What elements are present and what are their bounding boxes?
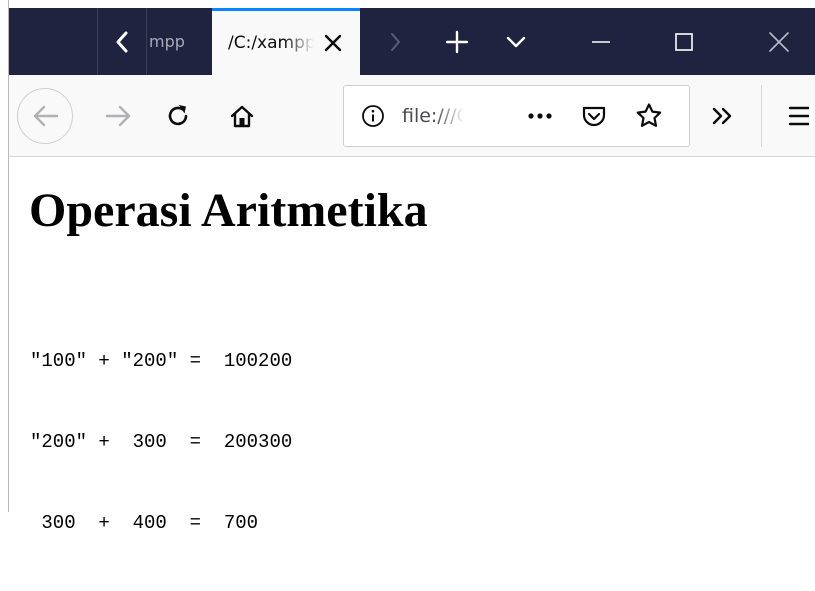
- hamburger-icon: [785, 105, 809, 127]
- browser-window: mpp /C:/xampp file:///C Operasi Aritmeti…: [9, 0, 815, 534]
- output-line: "200" + 300 = 200300: [30, 431, 293, 453]
- minimize-button[interactable]: [571, 8, 631, 75]
- pocket-icon: [581, 104, 607, 128]
- back-button[interactable]: [17, 88, 73, 144]
- close-icon: [768, 31, 790, 53]
- navigation-toolbar: file:///C:/xampp: [9, 75, 815, 157]
- home-button[interactable]: [220, 88, 264, 144]
- plus-icon: [445, 30, 469, 54]
- close-icon[interactable]: [320, 30, 346, 56]
- page-content: Operasi Aritmetika "100" + "200" = 10020…: [9, 157, 815, 534]
- maximize-icon: [674, 32, 694, 52]
- arrow-left-icon: [31, 104, 59, 128]
- tab-scroll-right-button[interactable]: [375, 8, 415, 75]
- tab-label: mpp: [149, 32, 185, 51]
- site-info-button[interactable]: [358, 86, 388, 146]
- title-bar-strip: [9, 0, 815, 8]
- tab-active[interactable]: /C:/xampp: [212, 8, 360, 75]
- overflow-menu-button[interactable]: [701, 88, 745, 144]
- all-tabs-button[interactable]: [494, 8, 538, 75]
- toolbar-separator: [761, 85, 762, 147]
- page-title: Operasi Aritmetika: [29, 184, 428, 237]
- chevron-down-icon: [505, 35, 527, 49]
- minimize-icon: [591, 40, 611, 44]
- info-icon: [361, 104, 385, 128]
- output-line: "100" + "200" = 100200: [30, 350, 293, 372]
- new-tab-button[interactable]: [435, 8, 479, 75]
- page-actions-button[interactable]: [522, 86, 558, 146]
- ellipsis-icon: [527, 112, 553, 120]
- url-bar[interactable]: file:///C:/xampp: [343, 85, 690, 147]
- close-window-button[interactable]: [749, 8, 809, 75]
- chevron-left-icon: [113, 30, 131, 54]
- reload-icon: [165, 103, 191, 129]
- tab-scroll-left-button[interactable]: [97, 8, 147, 75]
- chevron-right-icon: [388, 31, 402, 53]
- maximize-button[interactable]: [654, 8, 714, 75]
- output-block: "100" + "200" = 100200 "200" + 300 = 200…: [30, 294, 292, 591]
- window-frame-edge: [0, 0, 9, 512]
- url-input[interactable]: file:///C:/xampp: [402, 86, 464, 146]
- home-icon: [229, 103, 255, 129]
- tab-label: /C:/xampp: [228, 33, 314, 53]
- double-chevron-right-icon: [711, 106, 735, 126]
- arrow-right-icon: [105, 104, 133, 128]
- output-line: 300 + 400 = 700: [30, 512, 259, 534]
- menu-button[interactable]: [785, 88, 815, 144]
- bookmark-button[interactable]: [631, 86, 667, 146]
- reload-button[interactable]: [156, 88, 200, 144]
- pocket-button[interactable]: [576, 86, 612, 146]
- star-icon: [635, 102, 663, 130]
- forward-button[interactable]: [97, 88, 141, 144]
- tab-inactive[interactable]: mpp: [145, 8, 211, 75]
- tab-bar: mpp /C:/xampp: [9, 0, 815, 75]
